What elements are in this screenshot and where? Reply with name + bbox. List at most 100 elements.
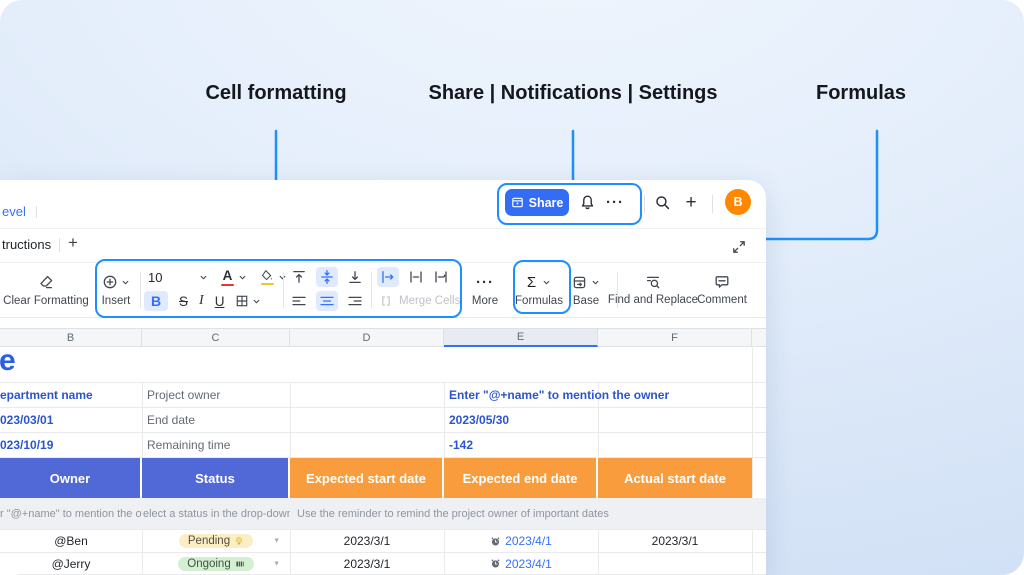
sigma-icon: Σ xyxy=(527,274,536,291)
formulas-label: Formulas xyxy=(515,295,563,307)
bold-label: B xyxy=(151,293,161,309)
cell-remaining-time-value: -142 xyxy=(449,438,473,452)
underline-button[interactable]: U xyxy=(215,294,225,309)
sheet-title-fragment: e xyxy=(0,344,16,378)
status-label: Ongoing xyxy=(187,558,230,570)
formatting-toolbar: Clear Formatting Insert 10 xyxy=(0,262,766,318)
more-options-button[interactable]: ··· xyxy=(604,191,626,213)
breadcrumb[interactable]: evel xyxy=(2,204,26,219)
strikethrough-button[interactable]: S xyxy=(179,294,188,309)
italic-button[interactable]: I xyxy=(199,293,204,309)
header-expected-start[interactable]: Expected start date xyxy=(290,458,444,498)
more-tools-button[interactable]: ··· More xyxy=(462,263,508,317)
topbar-divider xyxy=(644,195,645,213)
cell-status-dropdown[interactable]: Pending ▼ xyxy=(142,530,290,552)
ellipsis-icon: ··· xyxy=(606,194,624,211)
film-icon xyxy=(235,559,245,569)
clear-formatting-button[interactable]: Clear Formatting xyxy=(0,263,92,317)
info-row-1[interactable]: epartment name Project owner Enter "@+na… xyxy=(0,383,766,408)
cell-owner[interactable]: @Ben xyxy=(0,530,142,552)
chevron-down-icon xyxy=(591,278,600,287)
text-clip-button[interactable] xyxy=(433,269,449,285)
search-button[interactable] xyxy=(651,191,673,213)
more-label: More xyxy=(472,295,498,307)
plus-circle-icon xyxy=(102,274,118,290)
comment-button[interactable]: Comment xyxy=(684,263,760,317)
expand-icon[interactable] xyxy=(731,239,747,255)
new-document-button[interactable]: + xyxy=(680,191,702,213)
find-replace-icon xyxy=(645,274,661,290)
cell-expected-end[interactable]: 2023/4/1 xyxy=(444,553,598,574)
cell-expected-start[interactable]: 2023/3/1 xyxy=(290,553,444,574)
header-owner[interactable]: Owner xyxy=(0,458,142,498)
font-size-value: 10 xyxy=(148,270,162,285)
align-left-button[interactable] xyxy=(291,293,307,309)
toolbar-divider xyxy=(140,272,141,308)
column-header-c[interactable]: C xyxy=(142,329,290,347)
callout-label-share-notifications-settings: Share | Notifications | Settings xyxy=(428,82,717,105)
merge-cells-icon xyxy=(379,294,393,308)
align-center-button[interactable] xyxy=(316,291,338,311)
plus-icon: + xyxy=(685,193,696,212)
share-icon xyxy=(511,196,524,209)
merge-cells-label: Merge Cells xyxy=(399,295,460,307)
font-size-dropdown[interactable]: 10 xyxy=(148,270,208,285)
table-hint-row: r "@+name" to mention the ow elect a sta… xyxy=(0,498,766,530)
window-topbar: evel Share ··· xyxy=(0,180,766,229)
notifications-button[interactable] xyxy=(576,191,598,213)
header-expected-end[interactable]: Expected end date xyxy=(444,458,598,498)
bold-button[interactable]: B xyxy=(144,291,168,311)
bell-icon xyxy=(579,194,596,211)
cell-owner[interactable]: @Jerry xyxy=(0,553,142,574)
paint-bucket-icon xyxy=(260,269,274,282)
info-row-3[interactable]: 023/10/19 Remaining time -142 xyxy=(0,433,766,458)
avatar[interactable]: B xyxy=(725,189,751,215)
cell-department-name: epartment name xyxy=(0,388,93,402)
vertical-align-bottom-button[interactable] xyxy=(347,269,363,285)
column-header-b[interactable]: B xyxy=(0,329,142,347)
insert-label: Insert xyxy=(102,295,131,307)
tab-instructions[interactable]: tructions xyxy=(2,237,51,252)
text-overflow-button[interactable] xyxy=(408,269,424,285)
align-right-button[interactable] xyxy=(347,293,363,309)
column-header-gutter xyxy=(752,329,766,347)
toolbar-divider xyxy=(283,272,284,308)
sheet-tab-bar: tructions + xyxy=(0,228,766,262)
avatar-letter: B xyxy=(733,195,742,209)
callout-label-cell-formatting: Cell formatting xyxy=(205,82,346,105)
cell-actual-start[interactable]: 2023/3/1 xyxy=(598,530,752,552)
header-actual-start[interactable]: Actual start date xyxy=(598,458,752,498)
text-wrap-button[interactable] xyxy=(377,267,399,287)
share-button[interactable]: Share xyxy=(505,189,569,216)
tab-divider xyxy=(59,238,60,252)
chevron-down-icon xyxy=(238,273,247,282)
borders-button[interactable] xyxy=(235,294,261,308)
search-icon xyxy=(654,194,671,211)
info-row-2[interactable]: 023/03/01 End date 2023/05/30 xyxy=(0,408,766,433)
cell-project-owner: Project owner xyxy=(147,388,220,402)
header-status[interactable]: Status xyxy=(142,458,290,498)
vertical-align-top-button[interactable] xyxy=(291,269,307,285)
merge-cells-button[interactable]: Merge Cells xyxy=(379,290,460,312)
font-color-button[interactable]: A xyxy=(221,268,247,287)
comment-icon xyxy=(714,274,730,290)
borders-icon xyxy=(235,294,249,308)
cell-expected-end[interactable]: 2023/4/1 xyxy=(444,530,598,552)
reminder-date: 2023/4/1 xyxy=(505,534,552,548)
cell-actual-start[interactable] xyxy=(598,553,752,574)
column-header-e-selected[interactable]: E xyxy=(444,329,598,347)
cell-status-dropdown[interactable]: Ongoing ▼ xyxy=(142,553,290,574)
sheet-title-row[interactable]: e xyxy=(0,346,766,383)
add-sheet-button[interactable]: + xyxy=(68,233,78,253)
share-button-label: Share xyxy=(529,196,564,210)
column-header-d[interactable]: D xyxy=(290,329,444,347)
tutorial-canvas: Cell formatting Share | Notifications | … xyxy=(0,0,1024,575)
cell-expected-start[interactable]: 2023/3/1 xyxy=(290,530,444,552)
cell-mention-hint: Enter "@+name" to mention the owner xyxy=(449,388,669,402)
status-label: Pending xyxy=(188,535,230,547)
chevron-down-icon xyxy=(252,297,261,306)
column-header-f[interactable]: F xyxy=(598,329,752,347)
insert-button[interactable]: Insert xyxy=(92,263,140,317)
ellipsis-icon: ··· xyxy=(476,273,494,291)
vertical-align-middle-button[interactable] xyxy=(316,267,338,287)
